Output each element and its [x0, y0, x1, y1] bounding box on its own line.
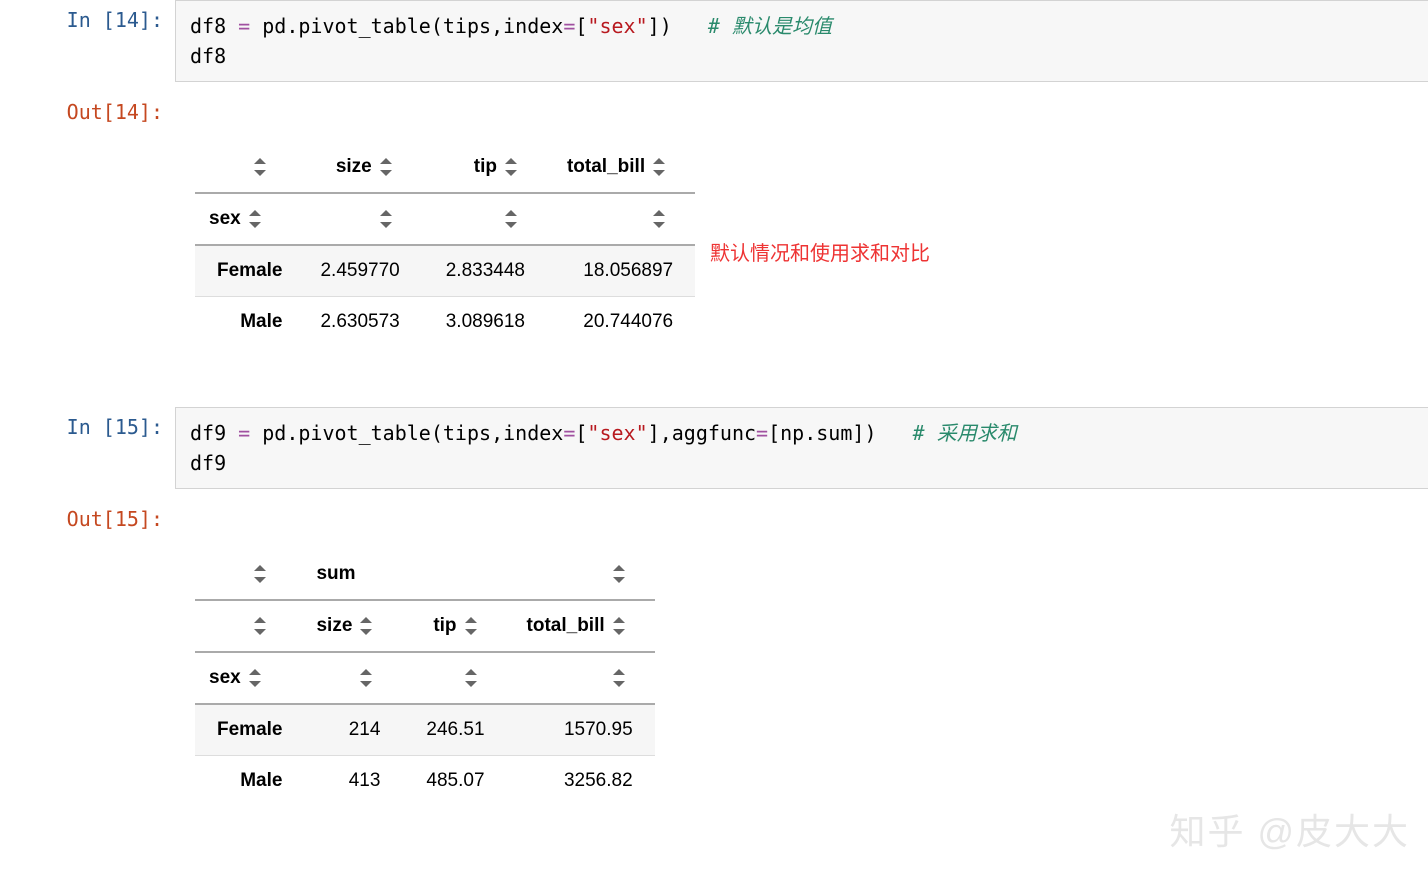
super-col-sum[interactable]: sum [296, 549, 402, 600]
sort-icon[interactable] [465, 617, 477, 635]
dataframe-table-15: sum size tip total_bill sex Female 214 [195, 549, 655, 806]
code-input[interactable]: df8 = pd.pivot_table(tips,index=["sex"])… [175, 0, 1428, 82]
sort-icon[interactable] [380, 210, 392, 228]
col-size[interactable]: size [296, 600, 402, 652]
sort-icon[interactable] [505, 210, 517, 228]
sort-icon[interactable] [360, 669, 372, 687]
sort-icon[interactable] [254, 565, 266, 583]
in-prompt: In [15]: [0, 407, 175, 489]
row-index: Male [195, 756, 296, 807]
sort-icon[interactable] [254, 617, 266, 635]
col-tip[interactable]: tip [422, 142, 547, 193]
output-prompt-row-15: Out[15]: [0, 499, 1428, 539]
cell-value: 3.089618 [422, 297, 547, 348]
input-cell-14: In [14]: df8 = pd.pivot_table(tips,index… [0, 0, 1428, 82]
sort-icon[interactable] [613, 669, 625, 687]
sort-icon[interactable] [613, 565, 625, 583]
code-line-1: df9 = pd.pivot_table(tips,index=["sex"],… [190, 418, 1414, 448]
code-line-2: df8 [190, 41, 1414, 71]
code-line-1: df8 = pd.pivot_table(tips,index=["sex"])… [190, 11, 1414, 41]
out-prompt: Out[14]: [0, 92, 175, 132]
cell-value: 246.51 [402, 704, 506, 756]
col-size[interactable]: size [296, 142, 421, 193]
cell-value: 214 [296, 704, 402, 756]
index-name[interactable]: sex [195, 193, 296, 245]
in-prompt: In [14]: [0, 0, 175, 82]
table-row: Male 2.630573 3.089618 20.744076 [195, 297, 695, 348]
cell-value: 18.056897 [547, 245, 695, 297]
cell-value: 413 [296, 756, 402, 807]
out-prompt: Out[15]: [0, 499, 175, 539]
table-row: Male 413 485.07 3256.82 [195, 756, 655, 807]
code-line-2: df9 [190, 448, 1414, 478]
table-row: Female 2.459770 2.833448 18.056897 [195, 245, 695, 297]
sort-icon[interactable] [653, 210, 665, 228]
dataframe-table-14: size tip total_bill sex Female 2.459770 … [195, 142, 695, 347]
sort-icon[interactable] [254, 158, 266, 176]
code-input[interactable]: df9 = pd.pivot_table(tips,index=["sex"],… [175, 407, 1428, 489]
sort-icon[interactable] [360, 617, 372, 635]
sort-icon[interactable] [505, 158, 517, 176]
output-prompt-row-14: Out[14]: [0, 92, 1428, 132]
cell-value: 2.833448 [422, 245, 547, 297]
sort-icon[interactable] [653, 158, 665, 176]
sort-icon[interactable] [249, 210, 261, 228]
output-area-14: size tip total_bill sex Female 2.459770 … [0, 142, 1428, 347]
row-index: Male [195, 297, 296, 348]
index-name[interactable]: sex [195, 652, 296, 704]
row-index: Female [195, 245, 296, 297]
sort-icon[interactable] [465, 669, 477, 687]
cell-value: 3256.82 [507, 756, 655, 807]
annotation-text: 默认情况和使用求和对比 [710, 237, 930, 266]
index-header-row: sex [195, 193, 695, 245]
cell-value: 20.744076 [547, 297, 695, 348]
cell-value: 2.459770 [296, 245, 421, 297]
cell-value: 2.630573 [296, 297, 421, 348]
column-header-row: size tip total_bill [195, 142, 695, 193]
table-row: Female 214 246.51 1570.95 [195, 704, 655, 756]
output-area-15: sum size tip total_bill sex Female 214 [0, 549, 1428, 806]
cell-value: 485.07 [402, 756, 506, 807]
column-header-row: size tip total_bill [195, 600, 655, 652]
row-index: Female [195, 704, 296, 756]
col-tip[interactable]: tip [402, 600, 506, 652]
sort-icon[interactable] [613, 617, 625, 635]
sort-icon[interactable] [380, 158, 392, 176]
cell-value: 1570.95 [507, 704, 655, 756]
input-cell-15: In [15]: df9 = pd.pivot_table(tips,index… [0, 407, 1428, 489]
index-header-row: sex [195, 652, 655, 704]
col-total-bill[interactable]: total_bill [547, 142, 695, 193]
col-total-bill[interactable]: total_bill [507, 600, 655, 652]
watermark: 知乎 @皮大大 [1169, 803, 1410, 855]
blank-header[interactable] [195, 142, 296, 193]
super-header-row: sum [195, 549, 655, 600]
sort-icon[interactable] [249, 669, 261, 687]
